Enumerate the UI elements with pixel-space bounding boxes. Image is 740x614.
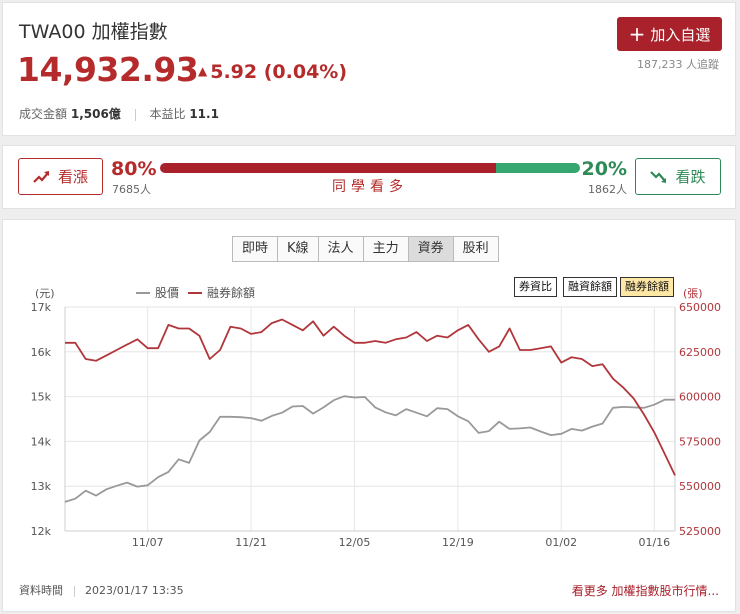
y-tick-right: 625000 (679, 346, 721, 359)
bearish-button[interactable]: 看跌 (635, 158, 721, 195)
more-quotes-link[interactable]: 看更多 加權指數股市行情... (572, 582, 719, 599)
sentiment-card: 看漲 80% 7685人 同學看多 20% 1862人 看跌 (2, 145, 736, 209)
y-tick-right: 650000 (679, 301, 721, 314)
index-price: 14,932.93 (17, 50, 199, 89)
consensus-text: 同學看多 (332, 179, 408, 195)
bearish-percent: 20% (581, 158, 627, 180)
x-tick-label: 12/05 (339, 536, 371, 549)
footer-divider (73, 585, 75, 597)
chart-card: 即時 K線 法人 主力 資券 股利 股價 融券餘額 券資比 融資餘額 融券餘額 17k 16… (2, 219, 736, 612)
add-watchlist-label: 加入自選 (650, 25, 711, 44)
short-balance-series-line (65, 318, 676, 476)
margin-chart: 17k 16k 15k 14k 13k 12k 650000 625000 600000 5750… (31, 287, 721, 549)
data-time-label: 資料時間 (19, 584, 63, 597)
bullish-button[interactable]: 看漲 (18, 158, 103, 195)
plus-icon: + (628, 22, 646, 46)
stats-row: 成交金額 1,506億 本益比 11.1 (19, 105, 219, 122)
turnover-value: 1,506億 (70, 107, 121, 121)
x-tick-label: 01/02 (545, 536, 577, 549)
data-time: 資料時間 2023/01/17 13:35 (19, 582, 184, 598)
y-tick-left: 12k (31, 525, 52, 538)
sentiment-bar (160, 163, 580, 173)
bearish-label: 看跌 (675, 168, 706, 186)
follower-count: 187,233 人追蹤 (637, 58, 719, 71)
price-change: ▲ 5.92 (0.04%) (198, 61, 347, 83)
pe-label: 本益比 (149, 107, 186, 121)
x-tick-label: 01/16 (638, 536, 670, 549)
right-axis-unit: (張) (683, 287, 703, 300)
bullish-label: 看漲 (57, 168, 88, 186)
bullish-bar-fill (160, 163, 496, 173)
up-triangle-icon: ▲ (198, 64, 208, 78)
y-tick-right: 575000 (679, 435, 721, 448)
left-axis-unit: (元) (35, 287, 55, 300)
y-tick-left: 14k (31, 435, 52, 448)
index-title: TWA00 加權指數 (19, 21, 168, 43)
y-tick-left: 13k (31, 480, 52, 493)
y-tick-right: 525000 (679, 525, 721, 538)
bearish-bar-fill (496, 163, 580, 173)
quote-card: TWA00 加權指數 14,932.93 ▲ 5.92 (0.04%) + 加入自… (2, 2, 736, 136)
y-tick-right: 600000 (679, 391, 721, 404)
stats-divider (134, 108, 136, 121)
bearish-count: 1862人 (588, 183, 627, 196)
y-tick-left: 15k (31, 391, 52, 404)
y-tick-left: 17k (31, 301, 52, 314)
bullish-percent: 80% (111, 158, 157, 180)
y-tick-right: 550000 (679, 480, 721, 493)
trend-up-icon (33, 170, 49, 183)
x-tick-label: 11/07 (132, 536, 164, 549)
x-tick-label: 11/21 (235, 536, 267, 549)
turnover-label: 成交金額 (19, 107, 68, 121)
add-watchlist-button[interactable]: + 加入自選 (617, 17, 722, 51)
x-tick-label: 12/19 (442, 536, 474, 549)
data-time-value: 2023/01/17 13:35 (85, 584, 184, 597)
pe-value: 11.1 (189, 107, 219, 121)
bullish-count: 7685人 (112, 183, 151, 196)
trend-down-icon (650, 170, 667, 183)
price-change-value: 5.92 (0.04%) (210, 61, 348, 83)
y-tick-left: 16k (31, 346, 52, 359)
